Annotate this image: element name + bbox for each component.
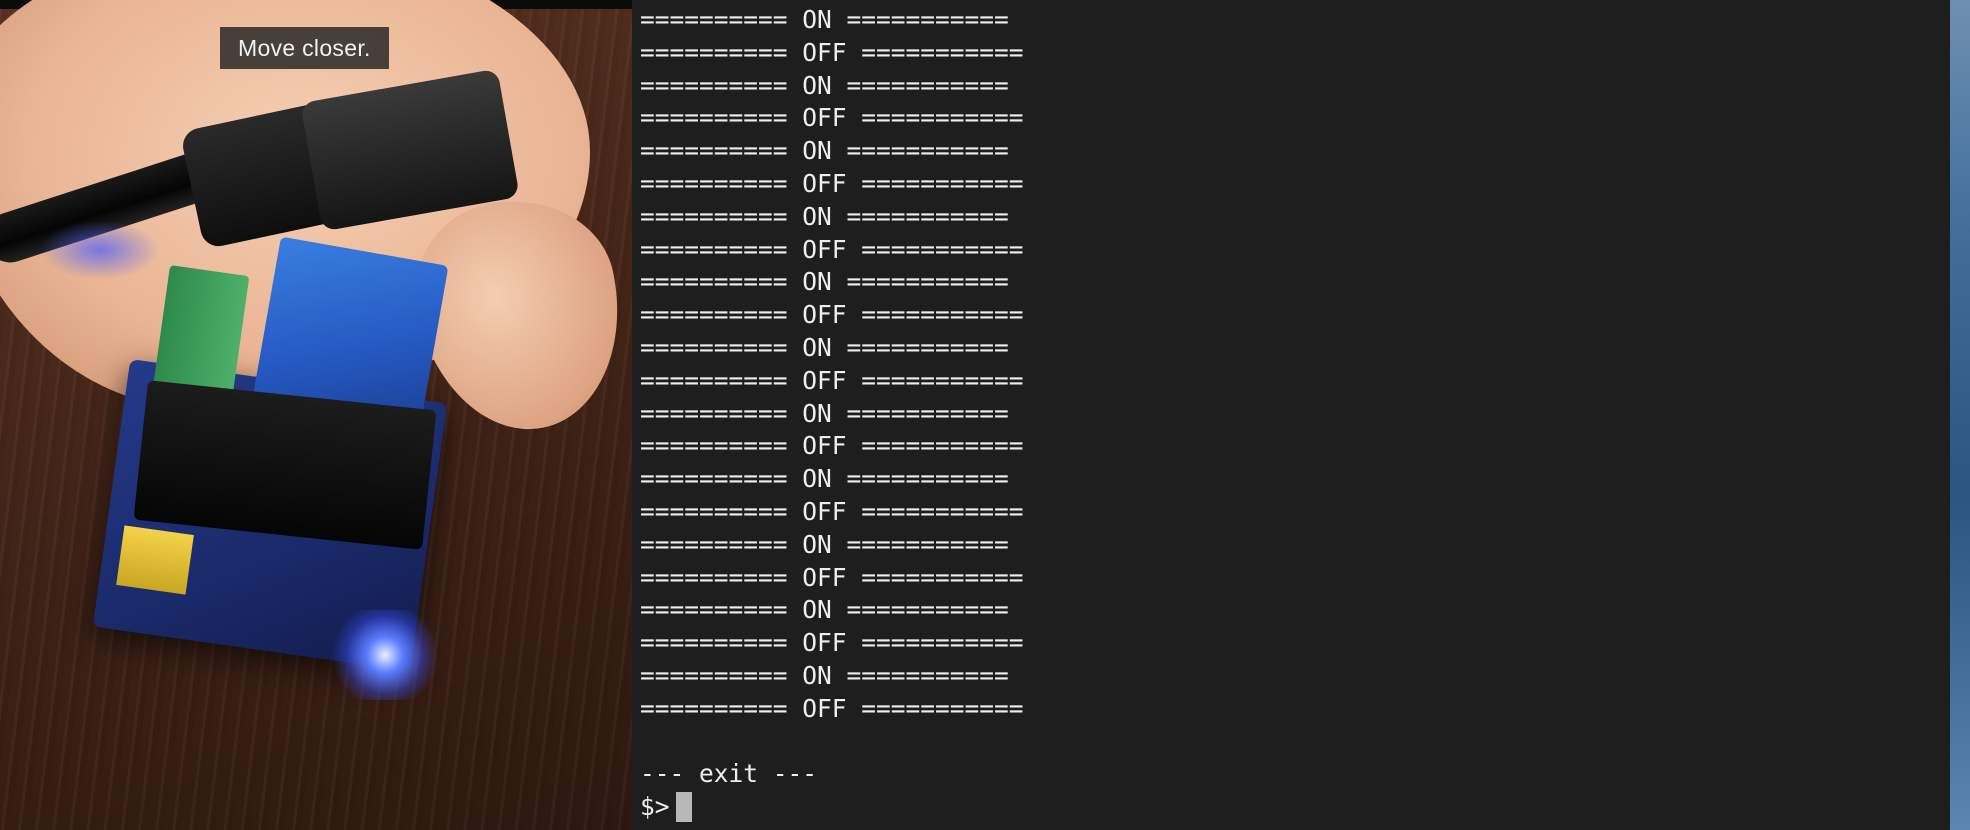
terminal-line: ========== OFF =========== [640, 628, 1024, 658]
blue-light-reflection [40, 220, 160, 280]
blue-led [330, 610, 440, 700]
terminal-line: ========== OFF =========== [640, 431, 1024, 461]
terminal-line: ========== OFF =========== [640, 562, 1024, 592]
terminal-output: ========== ON =========== ========== OFF … [640, 4, 1024, 791]
capacitor [116, 525, 194, 595]
terminal-line: ========== ON =========== [640, 5, 1009, 34]
terminal-line: ========== ON =========== [640, 136, 1009, 166]
camera-caption: Move closer. [220, 27, 389, 69]
terminal-line: ========== OFF =========== [640, 496, 1024, 526]
camera-feed: Move closer. [0, 0, 632, 830]
terminal-prompt-row[interactable]: $> [640, 791, 692, 824]
terminal-line: ========== ON =========== [640, 660, 1009, 690]
terminal-line: ========== ON =========== [640, 464, 1009, 494]
terminal-line: ========== OFF =========== [640, 693, 1024, 723]
prompt-symbol: $> [640, 792, 670, 821]
terminal-line: ========== OFF =========== [640, 300, 1024, 330]
terminal-line: ========== OFF =========== [640, 103, 1024, 133]
terminal-line: ========== ON =========== [640, 70, 1009, 100]
terminal-line: --- exit --- [640, 759, 818, 789]
terminal-line: ========== ON =========== [640, 267, 1009, 297]
terminal-line: ========== ON =========== [640, 529, 1009, 559]
terminal-line: ========== ON =========== [640, 201, 1009, 231]
terminal-line: ========== OFF =========== [640, 168, 1024, 198]
terminal-line: ========== OFF =========== [640, 37, 1024, 67]
desktop-background-edge [1950, 0, 1970, 830]
terminal-line: ========== ON =========== [640, 332, 1009, 362]
terminal-window[interactable]: ========== ON =========== ========== OFF … [632, 0, 1950, 830]
terminal-line: ========== OFF =========== [640, 234, 1024, 264]
esp-module [133, 380, 437, 550]
terminal-line: ========== ON =========== [640, 595, 1009, 625]
terminal-line: ========== ON =========== [640, 398, 1009, 428]
terminal-line: ========== OFF =========== [640, 365, 1024, 395]
text-cursor [675, 792, 692, 823]
